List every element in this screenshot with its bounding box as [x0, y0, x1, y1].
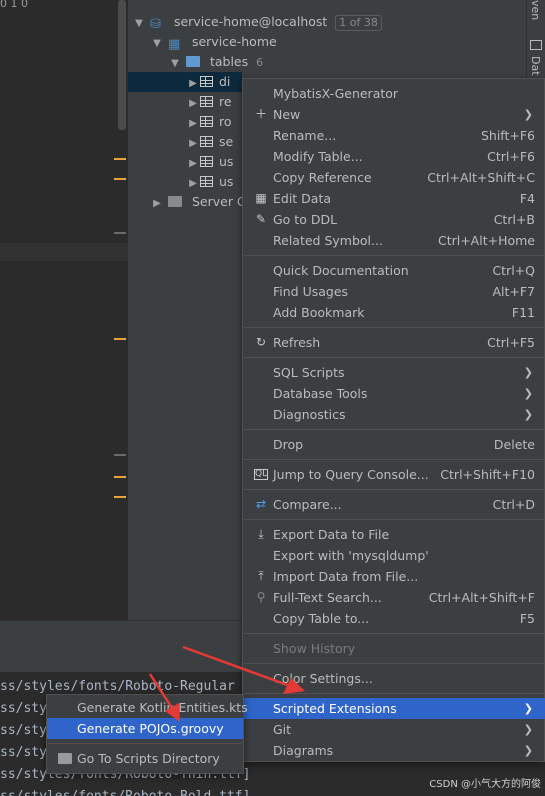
red-arrow-1 — [182, 645, 305, 694]
annotation-arrows — [148, 645, 305, 722]
red-arrow-2 — [148, 673, 180, 722]
watermark: CSDN @小气大方的阿俊 — [429, 779, 541, 790]
